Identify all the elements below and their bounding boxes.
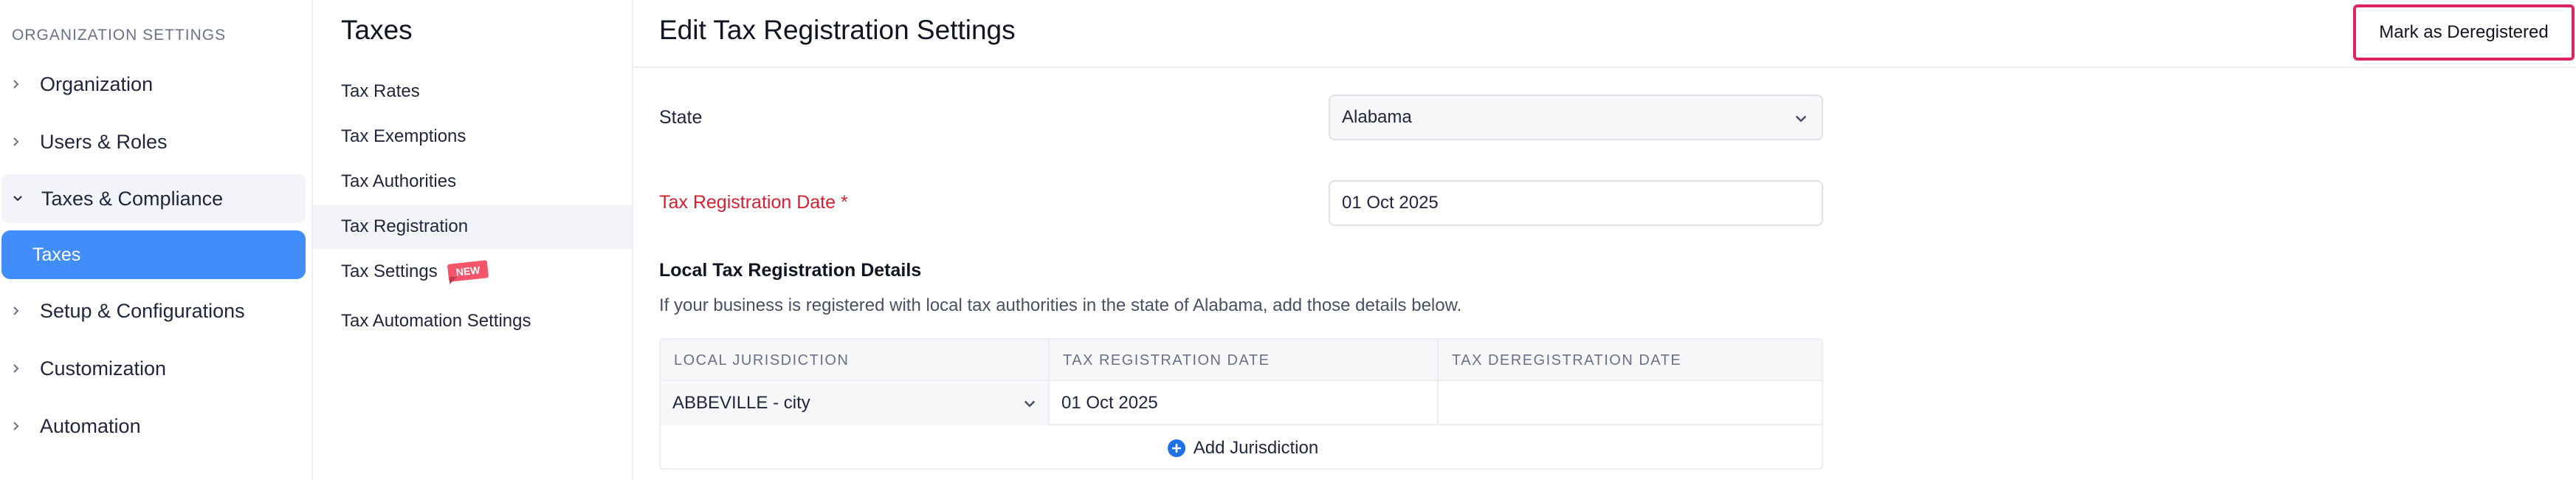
- taxes-nav-item-label: Tax Registration: [341, 216, 469, 236]
- add-jurisdiction-button[interactable]: Add Jurisdiction: [661, 427, 1822, 468]
- taxes-nav-item-tax-exemptions[interactable]: Tax Exemptions: [313, 114, 632, 159]
- jurisdiction-table: LOCAL JURISDICTION TAX REGISTRATION DATE…: [659, 338, 1823, 470]
- taxes-nav-item-tax-settings[interactable]: Tax Settings NEW: [313, 250, 632, 294]
- sidebar-item-organization[interactable]: Organization: [0, 60, 306, 109]
- chevron-down-icon: [1795, 115, 1807, 123]
- taxes-nav-item-tax-authorities[interactable]: Tax Authorities: [313, 160, 632, 204]
- row-registration-date-value: 01 Oct 2025: [1061, 393, 1158, 413]
- taxes-nav-item-tax-automation-settings[interactable]: Tax Automation Settings: [313, 299, 632, 343]
- sidebar-item-customization[interactable]: Customization: [0, 344, 306, 393]
- table-row: ABBEVILLE - city 01 Oct 2025: [661, 381, 1822, 425]
- plus-circle-icon: [1167, 439, 1185, 457]
- sidebar-item-label: Setup & Configurations: [40, 299, 245, 322]
- sidebar-item-label: Automation: [40, 414, 141, 437]
- local-tax-section-description: If your business is registered with loca…: [659, 295, 1462, 315]
- mark-as-deregistered-button[interactable]: Mark as Deregistered: [2353, 4, 2575, 61]
- state-select-value: Alabama: [1342, 107, 1412, 127]
- chevron-down-icon: [1024, 400, 1036, 408]
- new-badge-tail: [449, 277, 457, 284]
- sidebar-item-label: Users & Roles: [40, 130, 168, 153]
- taxes-nav-item-label: Tax Exemptions: [341, 126, 466, 146]
- tax-registration-date-input[interactable]: 01 Oct 2025: [1329, 180, 1823, 226]
- local-jurisdiction-select[interactable]: ABBEVILLE - city: [661, 381, 1048, 425]
- row-deregistration-date-input[interactable]: [1439, 381, 1822, 425]
- sidebar-item-taxes-compliance[interactable]: Taxes & Compliance: [1, 174, 306, 223]
- main-header: Edit Tax Registration Settings Mark as D…: [633, 0, 2576, 68]
- sidebar-item-label: Organization: [40, 72, 154, 95]
- state-label: State: [659, 107, 703, 128]
- sidebar-item-label: Customization: [40, 357, 167, 380]
- local-tax-section-title: Local Tax Registration Details: [659, 260, 922, 281]
- chevron-down-icon: [10, 191, 25, 206]
- taxes-nav-item-tax-rates[interactable]: Tax Rates: [313, 69, 632, 114]
- state-select[interactable]: Alabama: [1329, 95, 1823, 140]
- sidebar-item-label: Taxes & Compliance: [41, 187, 224, 210]
- main-content: Edit Tax Registration Settings Mark as D…: [633, 0, 2576, 480]
- taxes-nav-item-label: Tax Automation Settings: [341, 311, 531, 331]
- chevron-right-icon: [9, 419, 24, 433]
- page-title: Edit Tax Registration Settings: [659, 15, 1016, 45]
- tax-registration-date-label: Tax Registration Date *: [659, 192, 848, 213]
- add-jurisdiction-label: Add Jurisdiction: [1193, 438, 1319, 458]
- jurisdiction-table-header: LOCAL JURISDICTION TAX REGISTRATION DATE…: [661, 340, 1822, 381]
- settings-sidebar: ORGANIZATION SETTINGS Organization Users…: [0, 0, 313, 480]
- chevron-right-icon: [9, 134, 24, 149]
- sidebar-item-automation[interactable]: Automation: [0, 402, 306, 450]
- column-header-tax-deregistration-date: TAX DEREGISTRATION DATE: [1452, 352, 1682, 368]
- row-registration-date-input[interactable]: 01 Oct 2025: [1050, 381, 1437, 425]
- tax-registration-date-value: 01 Oct 2025: [1342, 193, 1439, 213]
- taxes-nav-item-tax-registration[interactable]: Tax Registration: [313, 205, 632, 249]
- sidebar-item-setup-configurations[interactable]: Setup & Configurations: [0, 287, 306, 335]
- taxes-nav-item-label: Tax Rates: [341, 81, 420, 101]
- chevron-right-icon: [9, 361, 24, 376]
- new-badge: NEW: [447, 259, 489, 284]
- taxes-nav-item-label: Tax Authorities: [341, 171, 457, 191]
- chevron-right-icon: [9, 77, 24, 92]
- column-header-local-jurisdiction: LOCAL JURISDICTION: [674, 352, 850, 368]
- column-header-tax-registration-date: TAX REGISTRATION DATE: [1063, 352, 1270, 368]
- sidebar-heading: ORGANIZATION SETTINGS: [12, 27, 227, 44]
- chevron-right-icon: [9, 304, 24, 318]
- sidebar-item-users-roles[interactable]: Users & Roles: [0, 117, 306, 166]
- app-root: ORGANIZATION SETTINGS Organization Users…: [0, 0, 2576, 480]
- taxes-nav-title: Taxes: [341, 15, 413, 45]
- taxes-nav: Taxes Tax Rates Tax Exemptions Tax Autho…: [313, 0, 633, 480]
- taxes-nav-item-label: Tax Settings: [341, 261, 438, 281]
- sidebar-subitem-taxes[interactable]: Taxes: [1, 230, 306, 279]
- local-jurisdiction-value: ABBEVILLE - city: [672, 393, 810, 413]
